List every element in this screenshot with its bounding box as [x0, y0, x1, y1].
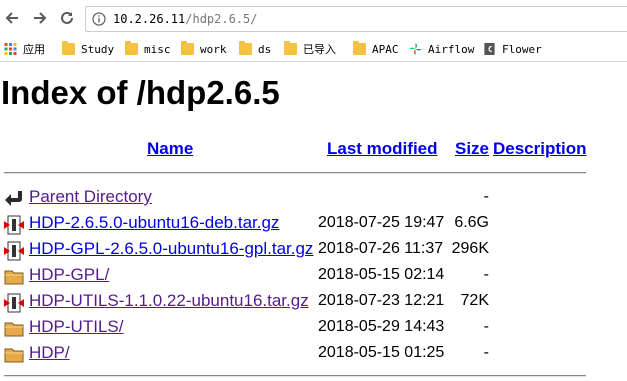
last-modified: 2018-07-26 11:37	[318, 240, 444, 257]
page-title: Index of /hdp2.6.5	[1, 74, 280, 111]
folder-icon	[62, 41, 75, 55]
last-modified: 2018-07-25 19:47	[318, 214, 445, 231]
folder-icon	[4, 270, 24, 285]
file-size: 6.6G	[454, 214, 489, 231]
folder-icon	[4, 322, 24, 337]
bookmark-label: misc	[144, 42, 171, 56]
bookmark-misc[interactable]: misc	[125, 40, 171, 58]
toolbar-divider	[0, 61, 627, 62]
bookmark-label: 已导入	[303, 43, 336, 56]
last-modified: 2018-07-23 12:21	[318, 292, 445, 309]
file-link[interactable]: HDP-2.6.5.0-ubuntu16-deb.tar.gz	[29, 212, 279, 234]
file-link[interactable]: Parent Directory	[29, 186, 152, 208]
table-row: HDP-GPL/ 2018-05-15 02:14 -	[0, 264, 627, 290]
forward-arrow-icon[interactable]	[29, 7, 51, 29]
folder-icon	[125, 41, 138, 55]
bookmarks-bar: 应用 Study misc work ds 已导入 APAC Airflow F…	[0, 37, 627, 61]
bookmark-airflow[interactable]: Airflow	[409, 40, 474, 58]
file-link[interactable]: HDP/	[29, 342, 70, 364]
back-arrow-icon[interactable]	[1, 7, 23, 29]
file-size: 72K	[460, 292, 489, 309]
browser-toolbar: 10.2.26.11/hdp2.6.5/	[0, 0, 627, 36]
archive-icon	[4, 293, 24, 313]
file-size: -	[483, 188, 489, 205]
bookmark-flower[interactable]: Flower	[483, 40, 542, 58]
bookmark-label: work	[200, 42, 227, 56]
column-header-name[interactable]: Name	[147, 139, 193, 159]
url-path: /hdp2.6.5/	[185, 12, 258, 26]
column-header-size[interactable]: Size	[455, 139, 489, 159]
folder-icon	[239, 41, 252, 55]
column-header-last-modified[interactable]: Last modified	[327, 139, 438, 159]
bookmark-label: APAC	[372, 42, 399, 56]
last-modified: 2018-05-15 01:25	[318, 344, 445, 361]
airflow-icon	[409, 43, 422, 55]
file-link[interactable]: HDP-GPL-2.6.5.0-ubuntu16-gpl.tar.gz	[29, 238, 313, 260]
table-row: Parent Directory -	[0, 186, 627, 212]
address-bar[interactable]: 10.2.26.11/hdp2.6.5/	[85, 6, 627, 32]
folder-icon	[284, 41, 297, 55]
table-row: HDP-UTILS/ 2018-05-29 14:43 -	[0, 316, 627, 342]
file-size: 296K	[451, 240, 489, 257]
folder-icon	[181, 41, 194, 55]
url-text: 10.2.26.11/hdp2.6.5/	[113, 12, 258, 26]
bookmark-work[interactable]: work	[181, 40, 227, 58]
bookmark-apps[interactable]: 应用	[4, 40, 45, 58]
file-link[interactable]: HDP-GPL/	[29, 264, 109, 286]
file-size: -	[483, 266, 489, 283]
back-arrow-icon	[5, 191, 22, 206]
bookmark-label: Study	[81, 42, 115, 56]
column-header-description[interactable]: Description	[493, 139, 587, 159]
bookmark-label: ds	[258, 42, 272, 56]
bookmark-label: 应用	[23, 43, 45, 56]
horizontal-rule	[4, 172, 586, 174]
archive-icon	[4, 241, 24, 261]
table-row: HDP-UTILS-1.1.0.22-ubuntu16.tar.gz 2018-…	[0, 290, 627, 316]
last-modified: 2018-05-29 14:43	[318, 318, 445, 335]
last-modified: 2018-05-15 02:14	[318, 266, 445, 283]
url-host: 10.2.26.11	[113, 12, 186, 26]
folder-icon	[4, 348, 24, 363]
archive-icon	[4, 215, 24, 235]
apps-grid-icon	[4, 43, 17, 55]
table-row: HDP/ 2018-05-15 01:25 -	[0, 342, 627, 368]
flower-c-icon	[484, 43, 495, 55]
file-size: -	[483, 318, 489, 335]
file-link[interactable]: HDP-UTILS/	[29, 316, 123, 338]
reload-icon[interactable]	[56, 7, 78, 29]
bookmark-label: Airflow	[428, 42, 475, 56]
table-row: HDP-2.6.5.0-ubuntu16-deb.tar.gz 2018-07-…	[0, 212, 627, 238]
folder-icon	[353, 41, 366, 55]
table-row: HDP-GPL-2.6.5.0-ubuntu16-gpl.tar.gz 2018…	[0, 238, 627, 264]
bookmark-imported[interactable]: 已导入	[284, 40, 336, 58]
file-link[interactable]: HDP-UTILS-1.1.0.22-ubuntu16.tar.gz	[29, 290, 309, 312]
bookmark-study[interactable]: Study	[62, 40, 114, 58]
bookmark-label: Flower	[502, 42, 542, 56]
bookmark-ds[interactable]: ds	[239, 40, 271, 58]
horizontal-rule	[4, 375, 586, 377]
file-size: -	[483, 344, 489, 361]
info-icon[interactable]	[92, 12, 106, 26]
bookmark-apac[interactable]: APAC	[353, 40, 399, 58]
